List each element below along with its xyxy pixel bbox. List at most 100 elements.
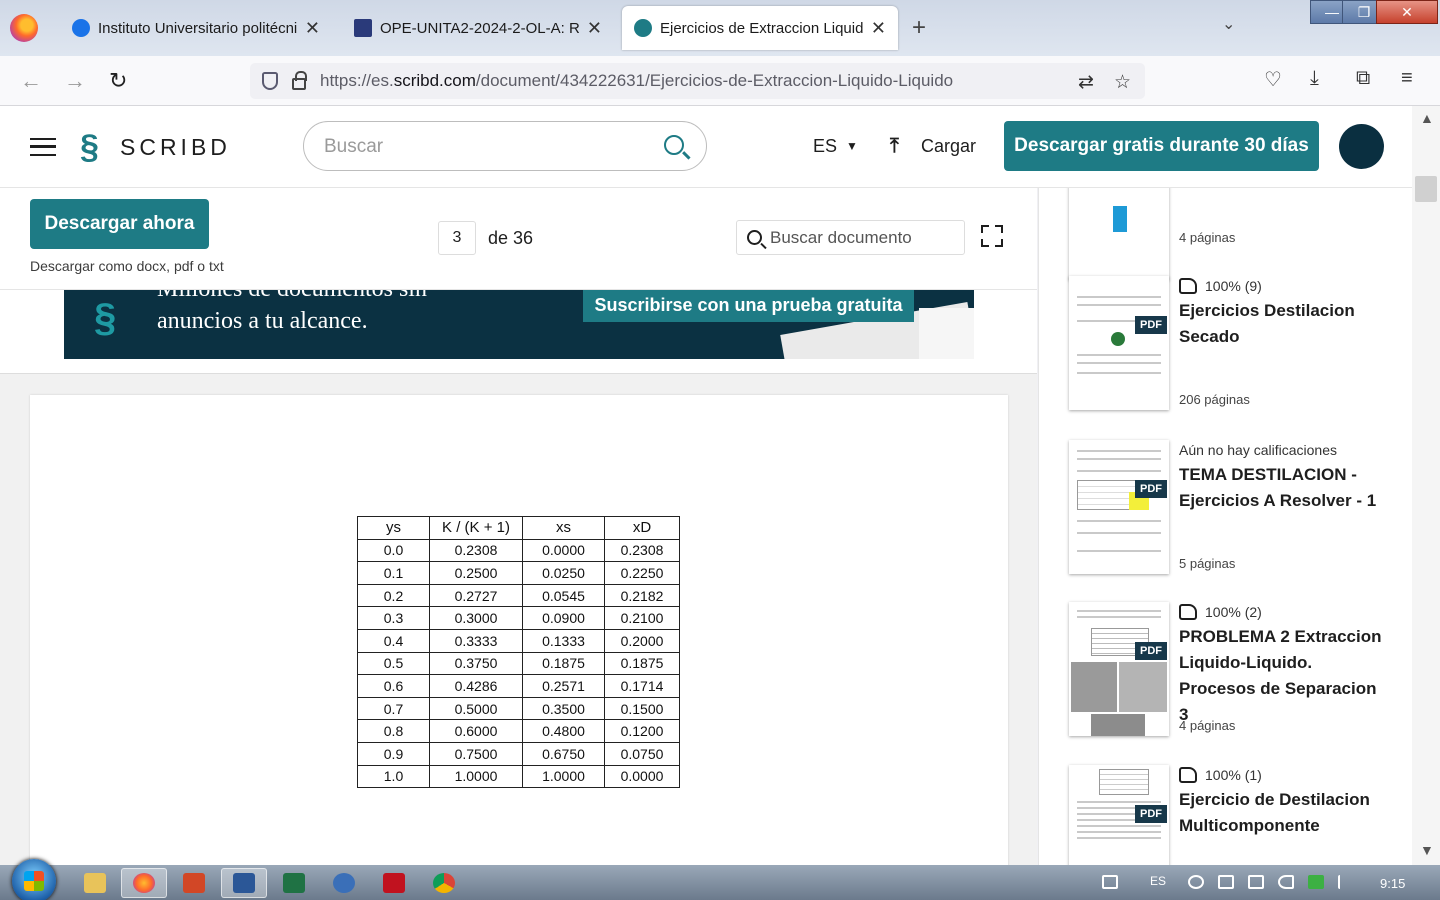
tracking-shield-icon[interactable]: [262, 72, 278, 90]
document-title-link[interactable]: Ejercicio de Destilacion Multicomponente: [1179, 787, 1389, 839]
tab-ope-unita[interactable]: OPE-UNITA2-2024-2-OL-A: REV ✕: [342, 6, 614, 50]
volume-tray-icon[interactable]: [1278, 875, 1294, 889]
thumbs-up-icon: [1179, 278, 1197, 294]
display-tray-icon[interactable]: [1248, 875, 1264, 889]
upload-button[interactable]: Cargar: [921, 136, 976, 157]
acrobat-taskbar-icon[interactable]: [371, 868, 417, 898]
network-tray-icon[interactable]: [1188, 875, 1204, 889]
url-path: /document/434222631/Ejercicios-de-Extrac…: [475, 71, 954, 90]
firefox-taskbar-icon[interactable]: [121, 868, 167, 898]
bookmark-star-icon[interactable]: ☆: [1114, 71, 1131, 94]
pocket-icon[interactable]: ♡: [1264, 67, 1282, 92]
download-now-button[interactable]: Descargar ahora: [30, 199, 209, 249]
url-text[interactable]: https://es.scribd.com/document/434222631…: [320, 71, 953, 91]
list-tabs-chevron-icon[interactable]: ⌄: [1222, 14, 1235, 34]
document-viewer[interactable]: § Millones de documentos sin anuncios a …: [0, 290, 1037, 865]
system-clock[interactable]: 9:15: [1380, 876, 1405, 891]
upload-icon[interactable]: ⤒: [890, 135, 899, 158]
search-input[interactable]: [324, 134, 644, 160]
file-explorer-taskbar-icon[interactable]: [72, 868, 118, 898]
table-row: 0.1 0.2500 0.0250 0.2250: [357, 561, 680, 585]
page-number-input[interactable]: 3: [438, 221, 476, 255]
banner-paper-illustration: [919, 308, 974, 359]
document-thumbnail[interactable]: PDF: [1069, 276, 1169, 410]
document-search-input[interactable]: Buscar documento: [736, 220, 965, 255]
tab-ejercicios-active[interactable]: Ejercicios de Extraccion Liquido ✕: [622, 6, 898, 50]
hamburger-menu-icon[interactable]: [30, 138, 56, 156]
document-title-link[interactable]: PROBLEMA 2 Extraccion Liquido-Liquido. P…: [1179, 624, 1389, 728]
scroll-up-arrow-icon[interactable]: ▲: [1420, 110, 1434, 126]
start-button[interactable]: [12, 859, 56, 900]
close-tab-icon[interactable]: ✕: [305, 18, 320, 39]
page-scrollbar[interactable]: ▲ ▼: [1412, 106, 1440, 865]
document-title-link[interactable]: Ejercicios Destilacion Secado: [1179, 298, 1389, 350]
reload-icon[interactable]: ↻: [109, 68, 127, 94]
scribd-logo-icon[interactable]: §: [80, 130, 106, 164]
table-row: 0.6 0.4286 0.2571 0.1714: [357, 674, 680, 698]
lock-icon[interactable]: [292, 71, 307, 90]
subscription-banner[interactable]: § Millones de documentos sin anuncios a …: [64, 290, 974, 359]
app-menu-icon[interactable]: ≡: [1401, 67, 1413, 90]
url-bar[interactable]: https://es.scribd.com/document/434222631…: [250, 63, 1145, 99]
keyboard-language[interactable]: ES: [1150, 874, 1166, 888]
windows-taskbar: ES 9:15: [0, 859, 1440, 900]
scribd-wordmark[interactable]: SCRIBD: [120, 134, 231, 161]
tab-title: Ejercicios de Extraccion Liquido: [660, 19, 863, 37]
list-item[interactable]: 4 páginas: [1039, 188, 1412, 280]
new-tab-plus-icon[interactable]: +: [912, 14, 926, 42]
scrollbar-thumb[interactable]: [1415, 176, 1437, 202]
downloads-icon[interactable]: ⤓: [1310, 67, 1319, 90]
browser-tab-strip: Instituto Universitario politécnic ✕ OPE…: [0, 0, 1440, 56]
thumbs-up-icon: [1179, 604, 1197, 620]
list-item[interactable]: PDF 100% (9) Ejercicios Destilacion Seca…: [1039, 270, 1412, 430]
equilibrium-table: ys K / (K + 1) xs xD 0.0 0.2308 0.0000 0.23…: [357, 516, 680, 789]
thumbs-up-icon: [1179, 767, 1197, 783]
free-trial-download-button[interactable]: Descargar gratis durante 30 días: [1004, 121, 1319, 171]
language-selector[interactable]: ES: [813, 136, 837, 157]
word-taskbar-icon[interactable]: [221, 868, 267, 898]
forward-arrow-icon[interactable]: →: [64, 68, 86, 94]
document-thumbnail[interactable]: PDF: [1069, 440, 1169, 574]
document-thumbnail[interactable]: [1069, 188, 1169, 280]
extensions-icon[interactable]: ⧉: [1356, 67, 1370, 90]
translate-icon[interactable]: ⇄: [1078, 71, 1094, 94]
fullscreen-expand-icon[interactable]: [981, 225, 1003, 247]
tab-instituto[interactable]: Instituto Universitario politécnic ✕: [60, 6, 332, 50]
flag-tray-icon[interactable]: [1338, 875, 1354, 889]
free-trial-subscribe-button[interactable]: Suscribirse con una prueba gratuita: [583, 290, 914, 322]
close-tab-icon[interactable]: ✕: [871, 18, 886, 39]
powerpoint-taskbar-icon[interactable]: [171, 868, 217, 898]
table-cell: 0.1500: [604, 696, 680, 721]
close-tab-icon[interactable]: ✕: [587, 18, 602, 39]
table-row: 0.7 0.5000 0.3500 0.1500: [357, 696, 680, 721]
table-cell: 0.1200: [604, 719, 680, 743]
document-thumbnail[interactable]: PDF: [1069, 765, 1169, 865]
chrome-taskbar-icon[interactable]: [421, 868, 467, 898]
pen-tray-icon[interactable]: [1102, 875, 1118, 889]
devices-tray-icon[interactable]: [1218, 875, 1234, 889]
back-arrow-icon[interactable]: ←: [20, 68, 42, 94]
table-cell: 0.7: [357, 696, 430, 721]
excel-taskbar-icon[interactable]: [271, 868, 317, 898]
list-item[interactable]: PDF 100% (2) PROBLEMA 2 Extraccion Liqui…: [1039, 598, 1412, 758]
table-cell: 0.4800: [522, 719, 605, 743]
table-cell: 0.2: [357, 583, 430, 608]
app-taskbar-icon[interactable]: [321, 868, 367, 898]
tab-title: Instituto Universitario politécnic: [98, 19, 297, 37]
scroll-down-arrow-icon[interactable]: ▼: [1420, 842, 1434, 858]
document-title-link[interactable]: TEMA DESTILACION - Ejercicios A Resolver…: [1179, 462, 1389, 514]
list-item[interactable]: PDF 100% (1) Ejercicio de Destilacion Mu…: [1039, 761, 1412, 865]
table-cell: 0.2182: [604, 583, 680, 608]
document-thumbnail[interactable]: PDF: [1069, 602, 1169, 736]
security-tray-icon[interactable]: [1308, 875, 1324, 889]
site-search[interactable]: [303, 121, 707, 171]
rating: 100% (1): [1179, 767, 1262, 783]
ad-banner-container: § Millones de documentos sin anuncios a …: [0, 290, 1037, 374]
close-window-icon[interactable]: ✕: [1376, 0, 1438, 24]
search-icon[interactable]: [664, 135, 684, 155]
chevron-down-icon[interactable]: ▼: [846, 139, 858, 153]
user-avatar[interactable]: [1339, 124, 1384, 169]
windows-logo-icon: [24, 871, 44, 891]
list-item[interactable]: PDF Aún no hay calificaciones TEMA DESTI…: [1039, 436, 1412, 596]
firefox-icon[interactable]: [10, 14, 38, 42]
